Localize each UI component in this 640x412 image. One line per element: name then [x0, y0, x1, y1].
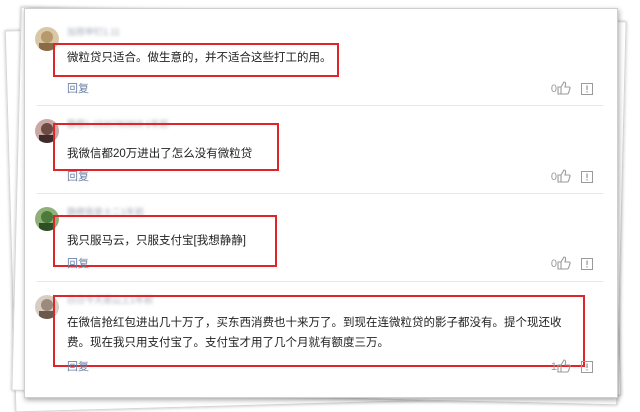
comment-list: 加邢申钉1.11 微粒贷只适合。做生意的，并不适合这些打工的用。 回复 0 静穆…	[24, 8, 618, 398]
comment-text-line-2: 费。现在我只用支付宝了。支付宝才用了几个月就有额度三万。	[67, 337, 389, 349]
report-icon[interactable]	[581, 258, 593, 270]
report-icon[interactable]	[581, 361, 593, 373]
comment-text: 微粒贷只适合。做生意的，并不适合这些打工的用。	[67, 52, 332, 64]
comment-text: 我只服马云，只服支付宝[我想静静]	[67, 235, 246, 247]
comment-item: 白日今天是山上1年前 在微信抢红包进出几十万了，买东西消费也十来万了。到现在连微…	[25, 289, 617, 389]
reply-button[interactable]: 回复	[67, 360, 89, 374]
comment-item: 静穆我是士二1年前 我只服马云，只服支付宝[我想静静] 回复 0	[25, 201, 617, 287]
like-count: 0	[550, 258, 557, 270]
comment-text-line-1: 在微信抢红包进出几十万了，买东西消费也十来万了。到现在连微粒贷的影子都没有。提个…	[67, 317, 562, 329]
comment-item: 静穆1-1530780868 1年前 我微信都20万进出了怎么没有微粒贷 回复 …	[25, 113, 617, 199]
like-count: 0	[550, 171, 557, 183]
report-icon[interactable]	[581, 171, 593, 183]
thumbs-up-icon[interactable]	[557, 359, 571, 373]
thumbs-up-icon[interactable]	[557, 81, 571, 95]
reply-button[interactable]: 回复	[67, 82, 89, 96]
like-count: 0	[550, 83, 557, 95]
divider	[37, 281, 603, 282]
comment-item: 加邢申钉1.11 微粒贷只适合。做生意的，并不适合这些打工的用。 回复 0	[25, 21, 617, 109]
thumbs-up-icon[interactable]	[557, 169, 571, 183]
reply-button[interactable]: 回复	[67, 257, 89, 271]
divider	[37, 193, 603, 194]
thumbs-up-icon[interactable]	[557, 256, 571, 270]
report-icon[interactable]	[581, 83, 593, 95]
comment-text: 我微信都20万进出了怎么没有微粒贷	[67, 148, 253, 160]
comment-username[interactable]: 加邢申钉1.11	[67, 26, 217, 38]
reply-button[interactable]: 回复	[67, 170, 89, 184]
like-count: 1	[550, 361, 557, 373]
divider	[37, 105, 603, 106]
